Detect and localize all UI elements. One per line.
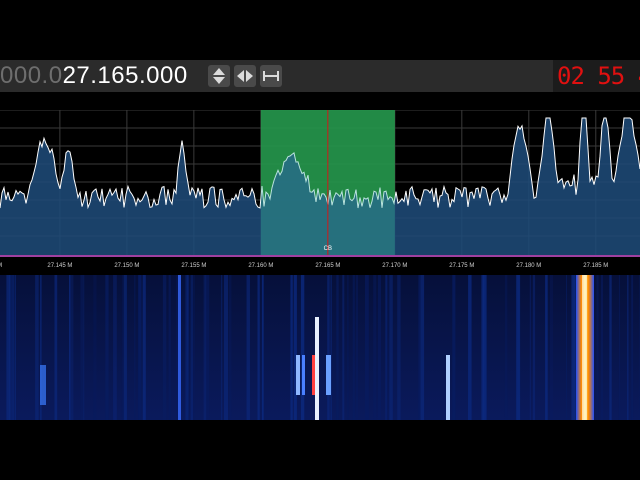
tick-label: 27.180 M [516,263,541,269]
noise-streak [529,275,531,420]
spectrum-plot[interactable]: CB M 27.145 M 27.150 M 27.155 M 27.160 M 27.1… [0,110,640,270]
noise-streak [347,275,349,420]
clock-text: 02 55 44 [557,62,640,90]
waterfall-display[interactable] [0,275,640,420]
noise-streak [373,275,377,420]
step-left-right-button[interactable] [234,65,256,87]
signal-streak [178,275,181,420]
frequency-digits[interactable]: 27.165.000 [63,62,188,89]
noise-streak [352,275,355,420]
noise-streak [35,275,39,420]
signal-streak [312,355,315,395]
noise-streak [221,275,223,420]
noise-streak [336,275,339,420]
noise-streak [190,275,193,420]
noise-streak [138,275,143,420]
noise-streak [631,275,634,420]
signal-streak [302,355,305,395]
tick-label: 27.185 M [583,263,608,269]
tick-label: 27.170 M [382,263,407,269]
noise-streak [168,275,171,420]
noise-streak [482,275,487,420]
noise-streak [246,275,250,420]
noise-streak [468,275,472,420]
noise-streak [14,275,16,420]
noise-streak [70,275,74,420]
up-down-arrows-icon [213,68,225,84]
noise-streak [224,275,228,420]
noise-streak [261,275,264,420]
noise-streak [385,275,387,420]
noise-streak [54,275,58,420]
noise-streak [6,275,11,420]
left-right-arrows-icon [237,70,253,82]
noise-streak [327,275,330,420]
noise-streak [12,275,15,420]
noise-streak [618,275,620,420]
noise-streak [162,275,167,420]
noise-streak [300,275,305,420]
signal-streak [40,365,46,405]
frequency-display[interactable]: 000.027.165.000 [0,62,188,90]
noise-streak [365,275,369,420]
noise-streak [596,275,599,420]
noise-streak [386,275,389,420]
clock-display: 02 55 44 [553,60,640,92]
frequency-dim-digits[interactable]: 000.0 [0,62,63,89]
tick-label: 27.160 M [248,263,273,269]
noise-streak [134,275,136,420]
noise-streak [257,275,260,420]
noise-streak [123,275,127,420]
noise-streak [113,275,117,420]
noise-streak [420,275,425,420]
noise-streak [549,275,553,420]
signal-streak [296,355,300,395]
noise-streak [504,275,508,420]
noise-streak [185,275,189,420]
noise-streak [389,275,393,420]
tick-label: 27.175 M [449,263,474,269]
signal-streak [315,317,319,420]
noise-streak [627,275,629,420]
noise-streak [418,275,421,420]
signal-streak [326,355,331,395]
noise-streak [69,275,71,420]
span-button[interactable] [260,65,282,87]
tick-label: 27.165 M [315,263,340,269]
noise-streak [193,275,195,420]
noise-streak [228,275,232,420]
noise-streak [377,275,381,420]
band-label: CB [324,246,332,252]
noise-streak [105,275,109,420]
noise-streak [93,275,97,420]
tick-label: 27.155 M [181,263,206,269]
noise-streak [566,275,567,420]
noise-streak [293,275,297,420]
noise-streak [83,275,85,420]
noise-streak [516,275,521,420]
noise-streak [142,275,146,420]
noise-streak [452,275,456,420]
tick-label: 27.150 M [114,263,139,269]
noise-streak [290,275,293,420]
noise-streak [397,275,401,420]
step-up-down-button[interactable] [208,65,230,87]
noise-streak [609,275,612,420]
noise-streak [203,275,207,420]
noise-streak [355,275,358,420]
noise-streak [571,275,576,420]
tick-label: 27.145 M [47,263,72,269]
noise-streak [342,275,345,420]
noise-streak [601,275,603,420]
signal-streak [446,355,450,420]
span-bracket-icon [263,71,279,81]
signal-streak [582,275,587,420]
noise-streak [80,275,84,420]
noise-streak [532,275,536,420]
noise-streak [330,275,332,420]
noise-streak [545,275,548,420]
noise-streak [121,275,125,420]
tick-label: M [0,263,2,269]
